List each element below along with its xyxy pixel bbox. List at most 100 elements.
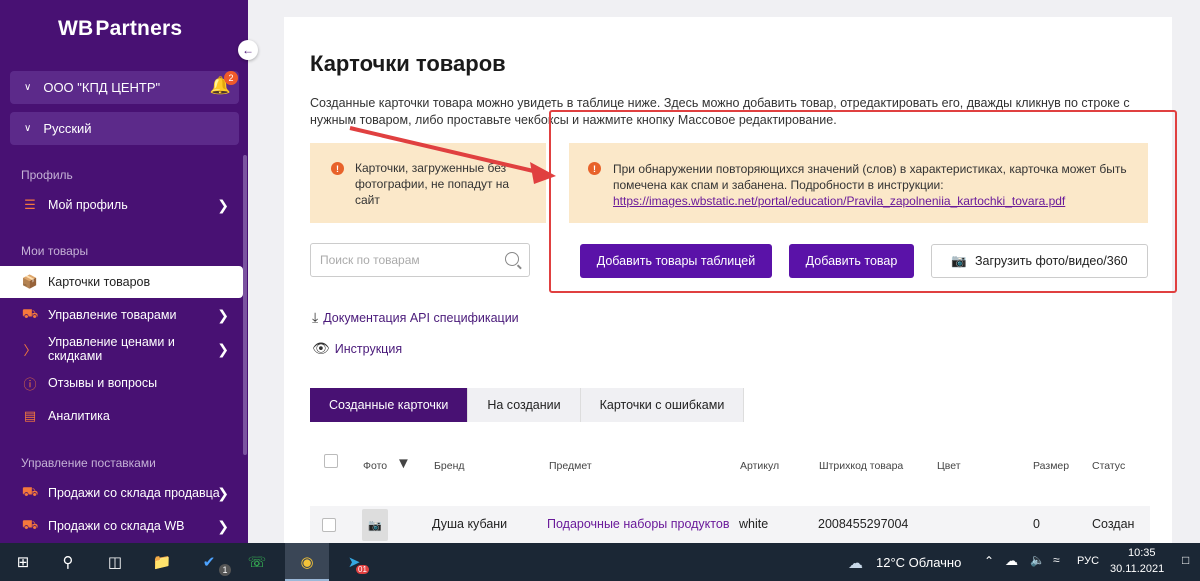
cell-article: white — [739, 517, 769, 531]
table-header: Фото ▼ Бренд Предмет Артикул Штрихкод то… — [310, 454, 1150, 476]
language-selector[interactable]: ∨ Русский — [10, 112, 239, 145]
select-all-checkbox[interactable] — [324, 454, 338, 468]
truck-icon: ⛟ — [21, 306, 39, 321]
search-icon[interactable]: ⚲ — [57, 551, 79, 573]
no-photo-icon: 📷 — [362, 509, 388, 541]
col-brand: Бренд — [434, 460, 465, 472]
warning-no-photo: ! Карточки, загруженные без фотографии, … — [310, 143, 546, 223]
chrome-icon[interactable]: ◉ — [296, 551, 318, 573]
instruction-label: Инструкция — [334, 341, 403, 356]
page-title: Карточки товаров — [310, 51, 506, 76]
sidebar: WBPartners ∨ ООО "КПД ЦЕНТР" 🔔 2 ∨ Русски… — [0, 0, 248, 543]
wb-partners-logo[interactable]: WBPartners — [58, 17, 182, 41]
table-row[interactable]: 📷 Душа кубани Подарочные наборы продукто… — [310, 506, 1150, 543]
sidebar-item-analytics[interactable]: ▤ Аналитика — [0, 400, 243, 432]
cell-size: 0 — [1033, 517, 1040, 531]
annotation-highlight-box — [549, 110, 1177, 293]
section-profile: Профиль — [21, 168, 73, 182]
col-barcode: Штрихкод товара — [819, 460, 904, 472]
cell-brand: Душа кубани — [432, 517, 508, 531]
notifications-icon[interactable]: □ — [1182, 553, 1189, 567]
chart-icon: ▤ — [23, 408, 37, 423]
sidebar-item-label: Отзывы и вопросы — [48, 376, 158, 390]
sidebar-scrollbar[interactable] — [243, 155, 247, 455]
cards-tabs: Созданные карточки На создании Карточки … — [310, 388, 745, 422]
tab-in-creation[interactable]: На создании — [468, 388, 581, 422]
api-docs-link[interactable]: ⤓ Документация API спецификации — [312, 309, 519, 326]
download-icon: ⤓ — [312, 309, 319, 325]
question-icon: ⓘ — [23, 376, 37, 392]
warning-icon: ! — [331, 162, 344, 175]
col-article: Артикул — [740, 460, 780, 472]
sidebar-item-label: Карточки товаров — [48, 275, 151, 289]
cell-status: Создан — [1092, 517, 1135, 531]
main-content: Карточки товаров Созданные карточки това… — [284, 17, 1177, 543]
chevron-right-icon: ❯ — [217, 306, 229, 323]
chevron-right-icon: ❯ — [217, 517, 229, 534]
task-view-icon[interactable]: ◫ — [104, 551, 126, 573]
chevron-down-icon: ∨ — [24, 82, 32, 93]
cell-subject[interactable]: Подарочные наборы продуктов — [547, 517, 729, 531]
filter-icon[interactable]: ▼ — [396, 455, 411, 472]
col-photo: Фото — [363, 460, 388, 472]
chevron-right-icon: ❯ — [217, 340, 229, 357]
windows-start-icon[interactable]: ⊞ — [12, 551, 34, 573]
sidebar-item-label: Мой профиль — [48, 198, 128, 212]
notification-badge: 2 — [224, 71, 238, 85]
eye-icon: 👁 — [312, 340, 330, 356]
todo-icon[interactable]: ✔ — [198, 551, 220, 573]
collapse-sidebar-icon[interactable]: ← — [238, 40, 258, 60]
sidebar-item-label: Управление ценами и скидками — [48, 335, 175, 363]
chevron-down-icon: ∨ — [24, 123, 32, 134]
box-icon: 📦 — [21, 274, 39, 289]
organization-name: ООО "КПД ЦЕНТР" — [43, 80, 161, 95]
windows-taskbar: ⊞ ⚲ ◫ 📁 ✔ 1 ☏ ◉ ➤ 01 ☁ 12°C Облачно ⌃ ☁ … — [0, 543, 1200, 581]
row-checkbox[interactable] — [322, 518, 336, 532]
tab-errors[interactable]: Карточки с ошибками — [580, 388, 745, 422]
sidebar-item-wb-warehouse[interactable]: ⛟ Продажи со склада WB ❯ — [0, 510, 243, 542]
weather-text[interactable]: 12°C Облачно — [876, 555, 961, 570]
sidebar-item-prices-discounts[interactable]: 〉 Управление ценами и скидками ❯ — [0, 333, 243, 365]
sidebar-item-product-cards[interactable]: 📦 Карточки товаров — [0, 266, 243, 298]
tab-created-cards[interactable]: Созданные карточки — [310, 388, 469, 422]
truck-icon: ⛟ — [21, 517, 39, 532]
whatsapp-icon[interactable]: ☏ — [246, 551, 268, 573]
language-indicator[interactable]: РУС — [1077, 555, 1099, 567]
sidebar-item-label: Аналитика — [48, 409, 110, 423]
search-icon[interactable] — [505, 252, 519, 266]
clock-time[interactable]: 10:35 — [1128, 547, 1156, 559]
sidebar-item-label: Продажи со склада WB — [48, 519, 185, 533]
instruction-link[interactable]: 👁 Инструкция — [312, 340, 402, 357]
sidebar-item-reviews[interactable]: ⓘ Отзывы и вопросы — [0, 367, 243, 399]
cell-barcode: 2008455297004 — [818, 517, 909, 531]
sidebar-item-my-profile[interactable]: ☰ Мой профиль ❯ — [0, 189, 243, 221]
section-supply: Управление поставками — [21, 456, 156, 470]
chevron-up-icon[interactable]: ⌃ — [984, 554, 994, 568]
organization-selector[interactable]: ∨ ООО "КПД ЦЕНТР" 🔔 2 — [10, 71, 239, 104]
sidebar-item-seller-warehouse[interactable]: ⛟ Продажи со склада продавца ❯ — [0, 477, 243, 509]
col-subject: Предмет — [549, 460, 592, 472]
wifi-icon[interactable]: ≈ — [1053, 553, 1060, 567]
telegram-badge: 01 — [356, 565, 369, 574]
chevron-right-icon: ❯ — [217, 484, 229, 501]
warning-text: Карточки, загруженные без фотографии, не… — [355, 161, 510, 207]
tag-icon: 〉 — [23, 342, 37, 358]
col-status: Статус — [1092, 460, 1126, 472]
search-input[interactable]: Поиск по товарам — [310, 243, 530, 277]
truck-icon: ⛟ — [21, 484, 39, 499]
sidebar-item-label: Продажи со склада продавца — [48, 486, 220, 500]
api-docs-label: Документация API спецификации — [323, 310, 519, 325]
cloud-icon: ☁ — [848, 555, 863, 572]
search-placeholder: Поиск по товарам — [320, 253, 420, 267]
sidebar-item-label: Управление товарами — [48, 308, 177, 322]
col-color: Цвет — [937, 460, 961, 472]
onedrive-icon[interactable]: ☁ — [1005, 553, 1018, 569]
sliders-icon: ☰ — [24, 197, 36, 212]
file-explorer-icon[interactable]: 📁 — [151, 551, 173, 573]
volume-icon[interactable]: 🔈 — [1030, 553, 1045, 567]
sidebar-item-goods-management[interactable]: ⛟ Управление товарами ❯ — [0, 299, 243, 331]
chevron-right-icon: ❯ — [217, 196, 229, 213]
bell-icon[interactable]: 🔔 2 — [210, 71, 238, 96]
clock-date[interactable]: 30.11.2021 — [1110, 563, 1164, 575]
col-size: Размер — [1033, 460, 1070, 472]
